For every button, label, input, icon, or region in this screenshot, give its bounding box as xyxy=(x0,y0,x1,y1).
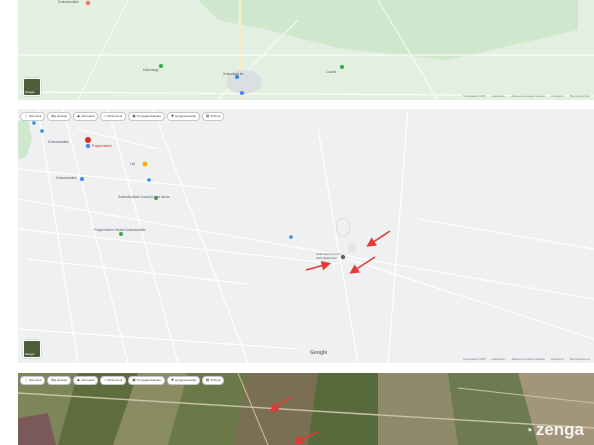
transit-icon: ▣ xyxy=(132,378,136,382)
layers-label: Rétegek xyxy=(25,353,35,356)
category-chip-bar: 🍴 Éttermek 🛏 Hotelek ⛰ Látnivalók ⌂ Múzeumok… xyxy=(20,112,225,121)
red-arrow xyxy=(366,230,391,247)
chip-label: Hotelek xyxy=(56,378,67,382)
google-logo: Google xyxy=(310,350,328,356)
zenga-logo-icon: ◔ xyxy=(524,422,533,438)
footer-item[interactable]: Billentyűparancsok xyxy=(570,95,590,98)
middle-map-panel[interactable]: 🍴 Éttermek 🛏 Hotelek ⛰ Látnivalók ⌂ Múzeumok… xyxy=(18,109,594,363)
chip-pharmacies[interactable]: ✚ Gyógyszertárak xyxy=(166,376,200,385)
chip-label: Éttermek xyxy=(29,114,42,118)
chip-atm[interactable]: ▤ ATM-ek xyxy=(201,112,225,121)
layers-toggle-button[interactable]: Rétegek xyxy=(23,78,41,96)
attractions-icon: ⛰ xyxy=(77,114,80,118)
chip-label: Gyógyszertárak xyxy=(174,378,196,382)
chip-label: Látnivalók xyxy=(80,114,95,118)
chip-label: ATM-ek xyxy=(210,378,221,382)
footer-item[interactable]: Általános Szerződési Feltételek xyxy=(511,95,544,98)
chip-label: Éttermek xyxy=(29,378,42,382)
zenga-wordmark: zenga xyxy=(535,420,584,439)
map-label: Szabadszállás xyxy=(56,176,77,180)
chip-attractions[interactable]: ⛰ Látnivalók xyxy=(73,376,99,385)
chip-label: Tömegközlekedés xyxy=(136,378,161,382)
poi-marker[interactable] xyxy=(159,64,163,68)
attractions-icon: ⛰ xyxy=(77,378,80,382)
target-label: Kiskunsági Nemzeti Park Madárvárta xyxy=(316,252,341,260)
atm-icon: ▤ xyxy=(205,378,210,382)
footer-item[interactable]: Visszajelzés xyxy=(551,358,564,361)
red-arrow xyxy=(349,256,376,274)
chip-restaurants[interactable]: 🍴 Éttermek xyxy=(20,112,46,121)
map-label: Szabadság tér xyxy=(223,72,244,76)
chip-pharmacies[interactable]: ✚ Gyógyszertárak xyxy=(166,112,200,121)
hotel-icon: 🛏 xyxy=(51,114,56,118)
map-label: Kiskunsági xyxy=(143,68,159,72)
chip-label: Hotelek xyxy=(56,114,67,118)
chip-label: Múzeumok xyxy=(107,114,123,118)
map-label: Polgármesteri Hivatal Szabadszállás xyxy=(94,228,146,232)
footer-item[interactable]: Billentyűparancsok xyxy=(570,358,590,361)
map-footer: Térképadatok ©2025 Adatvédelem Általános… xyxy=(463,358,590,361)
restaurant-icon: 🍴 xyxy=(24,378,29,382)
restaurant-icon: 🍴 xyxy=(24,114,29,118)
zenga-watermark: ◔ zenga xyxy=(524,420,584,440)
poi-marker[interactable] xyxy=(240,91,244,95)
map-footer: Térképadatok ©2025 Adatvédelem Általános… xyxy=(463,95,590,98)
museum-icon: ⌂ xyxy=(104,378,107,382)
transit-icon: ▣ xyxy=(132,114,136,118)
top-map-canvas[interactable] xyxy=(18,0,594,100)
pharmacy-icon: ✚ xyxy=(170,114,174,118)
map-label: Polgármesteri xyxy=(92,144,112,148)
chip-atm[interactable]: ▤ ATM-ek xyxy=(201,376,225,385)
poi-marker[interactable] xyxy=(340,65,344,69)
chip-museums[interactable]: ⌂ Múzeumok xyxy=(100,112,127,121)
chip-restaurants[interactable]: 🍴 Éttermek xyxy=(20,376,46,385)
poi-marker[interactable] xyxy=(85,0,91,6)
atm-icon: ▤ xyxy=(205,114,210,118)
field xyxy=(378,373,458,445)
chip-label: Múzeumok xyxy=(107,378,123,382)
chip-label: Gyógyszertárak xyxy=(174,114,196,118)
satellite-map-panel[interactable]: 🍴 Éttermek 🛏 Hotelek ⛰ Látnivalók ⌂ Múzeumok… xyxy=(18,373,594,445)
chip-label: ATM-ek xyxy=(210,114,221,118)
museum-icon: ⌂ xyxy=(104,114,107,118)
chip-transit[interactable]: ▣ Tömegközlekedés xyxy=(128,112,165,121)
chip-hotels[interactable]: 🛏 Hotelek xyxy=(47,112,71,121)
layers-label: Rétegek xyxy=(25,91,35,94)
pharmacy-icon: ✚ xyxy=(170,378,174,382)
map-label: Szabadszállási Kossuth Lajos Iskola xyxy=(118,195,170,199)
footer-item[interactable]: Adatvédelem xyxy=(491,358,505,361)
chip-hotels[interactable]: 🛏 Hotelek xyxy=(47,376,71,385)
chip-label: Tömegközlekedés xyxy=(136,114,161,118)
hotel-icon: 🛏 xyxy=(51,378,56,382)
chip-label: Látnivalók xyxy=(80,378,95,382)
map-label: Szabadszállás xyxy=(48,140,69,144)
footer-item[interactable]: Általános Szerződési Feltételek xyxy=(511,358,544,361)
footer-item[interactable]: Visszajelzés xyxy=(551,95,564,98)
map-label: Lidl xyxy=(130,162,135,166)
field xyxy=(308,373,378,445)
footer-item: Térképadatok ©2025 xyxy=(463,95,486,98)
top-map-panel[interactable]: Szabadszállás Kiskunsági Szabadság tér C… xyxy=(18,0,594,100)
category-chip-bar: 🍴 Éttermek 🛏 Hotelek ⛰ Látnivalók ⌂ Múzeumok… xyxy=(20,376,225,385)
footer-item[interactable]: Adatvédelem xyxy=(491,95,505,98)
map-label: Csárda xyxy=(326,70,337,74)
chip-attractions[interactable]: ⛰ Látnivalók xyxy=(73,112,99,121)
layers-toggle-button[interactable]: Rétegek xyxy=(23,340,41,358)
chip-transit[interactable]: ▣ Tömegközlekedés xyxy=(128,376,165,385)
chip-museums[interactable]: ⌂ Múzeumok xyxy=(100,376,127,385)
footer-item: Térképadatok ©2025 xyxy=(463,358,486,361)
map-label: Szabadszállás xyxy=(58,0,79,4)
red-arrow xyxy=(305,261,332,271)
